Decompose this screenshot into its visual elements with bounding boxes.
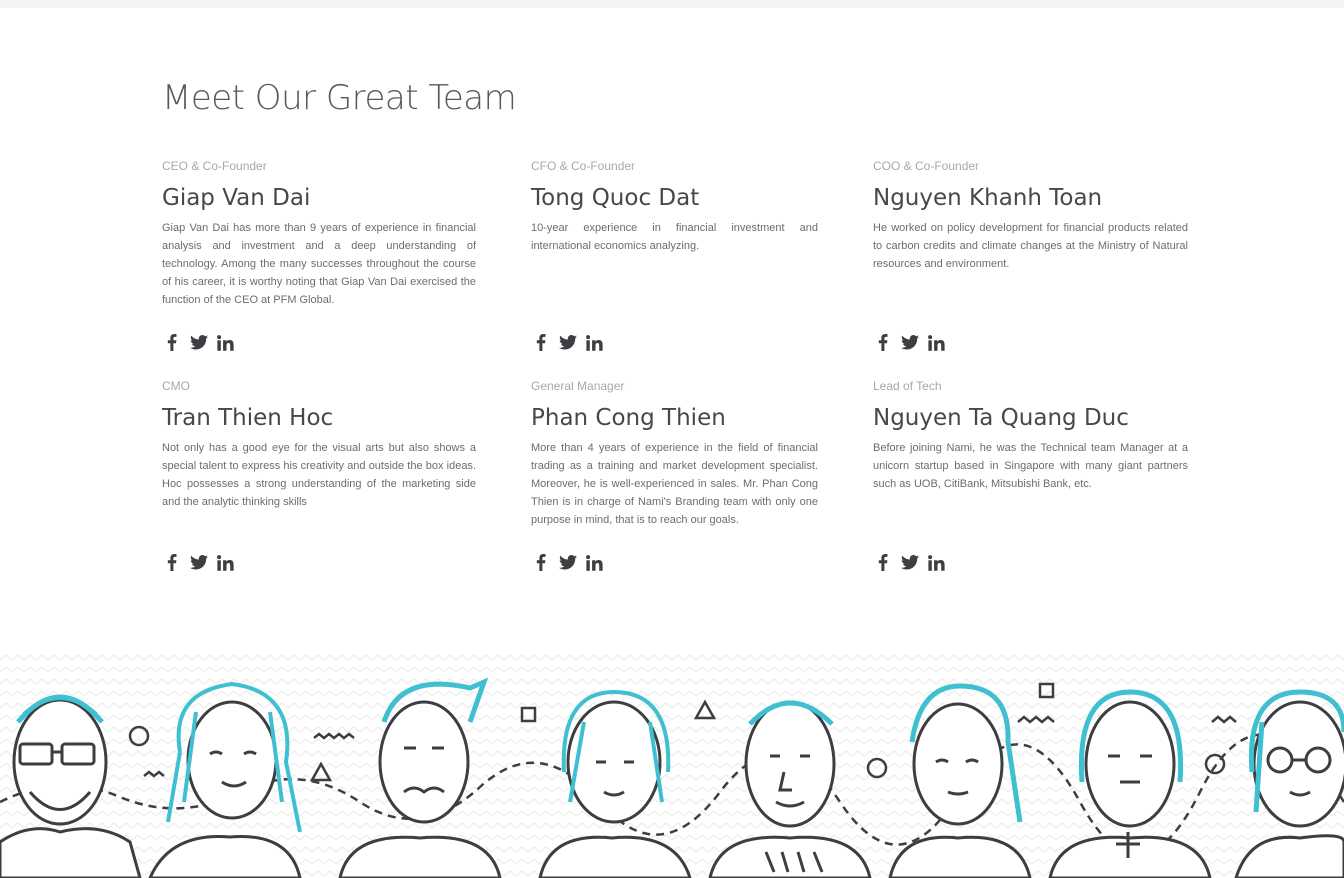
facebook-icon[interactable] (162, 553, 181, 572)
social-links (873, 333, 946, 352)
twitter-icon[interactable] (189, 333, 208, 352)
team-member-card: CFO & Co-Founder Tong Quoc Dat 10-year e… (531, 159, 818, 255)
member-bio: Giap Van Dai has more than 9 years of ex… (162, 222, 476, 306)
member-name: Nguyen Ta Quang Duc (873, 405, 1129, 431)
twitter-icon[interactable] (558, 553, 577, 572)
linkedin-icon[interactable] (927, 333, 946, 352)
member-bio: He worked on policy development for fina… (873, 222, 1188, 270)
social-links (162, 333, 235, 352)
member-bio: Not only has a good eye for the visual a… (162, 442, 476, 508)
twitter-icon[interactable] (558, 333, 577, 352)
team-member-card: Lead of Tech Nguyen Ta Quang Duc Before … (873, 379, 1188, 493)
social-links (873, 553, 946, 572)
member-name: Tran Thien Hoc (162, 405, 334, 431)
facebook-icon[interactable] (162, 333, 181, 352)
linkedin-icon[interactable] (585, 333, 604, 352)
team-member-card: CEO & Co-Founder Giap Van Dai Giap Van D… (162, 159, 476, 309)
member-role: CEO & Co-Founder (162, 159, 267, 173)
member-role: CMO (162, 379, 190, 393)
member-bio: 10-year experience in financial investme… (531, 222, 818, 252)
twitter-icon[interactable] (900, 333, 919, 352)
social-links (531, 553, 604, 572)
facebook-icon[interactable] (873, 333, 892, 352)
member-name: Nguyen Khanh Toan (873, 185, 1103, 211)
facebook-icon[interactable] (531, 333, 550, 352)
linkedin-icon[interactable] (927, 553, 946, 572)
team-member-card: General Manager Phan Cong Thien More tha… (531, 379, 818, 529)
facebook-icon[interactable] (873, 553, 892, 572)
member-name: Tong Quoc Dat (531, 185, 700, 211)
member-role: COO & Co-Founder (873, 159, 980, 173)
twitter-icon[interactable] (900, 553, 919, 572)
social-links (162, 553, 235, 572)
member-role: CFO & Co-Founder (531, 159, 636, 173)
member-name: Giap Van Dai (162, 185, 311, 211)
section-title: Meet Our Great Team (162, 78, 517, 118)
linkedin-icon[interactable] (216, 333, 235, 352)
member-bio: More than 4 years of experience in the f… (531, 442, 818, 526)
team-illustration (0, 652, 1344, 878)
twitter-icon[interactable] (189, 553, 208, 572)
facebook-icon[interactable] (531, 553, 550, 572)
member-role: Lead of Tech (873, 379, 942, 393)
team-member-card: CMO Tran Thien Hoc Not only has a good e… (162, 379, 476, 511)
team-member-card: COO & Co-Founder Nguyen Khanh Toan He wo… (873, 159, 1188, 273)
top-strip (0, 0, 1344, 8)
linkedin-icon[interactable] (585, 553, 604, 572)
social-links (531, 333, 604, 352)
linkedin-icon[interactable] (216, 553, 235, 572)
member-name: Phan Cong Thien (531, 405, 726, 431)
member-role: General Manager (531, 379, 625, 393)
team-illustration-graphic (0, 652, 1344, 878)
member-bio: Before joining Nami, he was the Technica… (873, 442, 1188, 490)
